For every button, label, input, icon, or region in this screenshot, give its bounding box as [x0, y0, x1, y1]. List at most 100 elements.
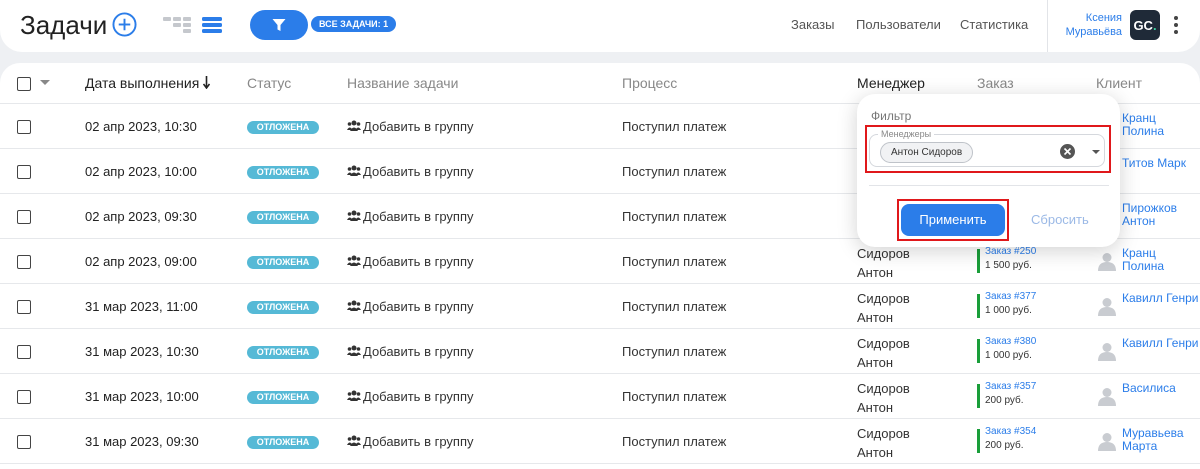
task-name-link[interactable]: Добавить в группу: [363, 164, 474, 179]
row-manager: Сидоров Антон: [857, 291, 910, 325]
row-date: 02 апр 2023, 09:30: [85, 209, 197, 224]
row-manager: Сидоров Антон: [857, 426, 910, 460]
user-avatar-icon: [1098, 433, 1116, 451]
task-name-link[interactable]: Добавить в группу: [363, 299, 474, 314]
row-process: Поступил платеж: [622, 344, 727, 359]
client-link[interactable]: Пирожков Антон: [1122, 202, 1200, 228]
row-process: Поступил платеж: [622, 119, 727, 134]
status-badge: ОТЛОЖЕНА: [247, 436, 319, 449]
selected-manager-chip[interactable]: Антон Сидоров: [880, 142, 974, 163]
reset-button[interactable]: Сбросить: [1031, 212, 1089, 227]
order-link[interactable]: Заказ #357: [985, 381, 1036, 392]
client-link[interactable]: Кавилл Генри: [1122, 292, 1200, 305]
avatar[interactable]: GC.: [1130, 10, 1160, 40]
order-sum: 200 руб.: [985, 395, 1024, 406]
row-checkbox[interactable]: [17, 120, 31, 134]
table-row[interactable]: 31 мар 2023, 10:30 ОТЛОЖЕНА Добавить в гру…: [0, 329, 1200, 374]
order-link[interactable]: Заказ #250: [985, 246, 1036, 257]
client-link[interactable]: Кранц Полина: [1122, 112, 1200, 138]
filter-button[interactable]: [250, 10, 308, 40]
managers-select-label: Менеджеры: [878, 129, 935, 139]
user-avatar-icon: [1098, 388, 1116, 406]
order-sum: 200 руб.: [985, 440, 1024, 451]
status-badge: ОТЛОЖЕНА: [247, 256, 319, 269]
users-icon: [347, 345, 361, 356]
row-manager: Сидоров Антон: [857, 336, 910, 370]
list-view-icon[interactable]: [202, 15, 222, 35]
nav-divider: [1047, 0, 1048, 52]
row-checkbox[interactable]: [17, 390, 31, 404]
row-process: Поступил платеж: [622, 254, 727, 269]
task-name-link[interactable]: Добавить в группу: [363, 344, 474, 359]
row-checkbox[interactable]: [17, 435, 31, 449]
status-badge: ОТЛОЖЕНА: [247, 211, 319, 224]
popup-divider: [869, 185, 1109, 186]
order-link[interactable]: Заказ #380: [985, 336, 1036, 347]
status-badge: ОТЛОЖЕНА: [247, 121, 319, 134]
task-name-link[interactable]: Добавить в группу: [363, 209, 474, 224]
row-checkbox[interactable]: [17, 255, 31, 269]
row-date: 02 апр 2023, 10:30: [85, 119, 197, 134]
status-badge: ОТЛОЖЕНА: [247, 346, 319, 359]
col-manager[interactable]: Менеджер: [857, 75, 925, 91]
nav-users[interactable]: Пользователи: [856, 17, 941, 32]
col-order[interactable]: Заказ: [977, 75, 1014, 91]
select-all-checkbox[interactable]: [17, 77, 31, 91]
row-process: Поступил платеж: [622, 209, 727, 224]
order-status-bar: [977, 429, 980, 453]
order-status-bar: [977, 249, 980, 273]
avatar-initials: GC: [1133, 17, 1153, 33]
row-date: 31 мар 2023, 09:30: [85, 434, 199, 449]
client-link[interactable]: Титов Марк: [1122, 157, 1200, 170]
row-process: Поступил платеж: [622, 389, 727, 404]
row-date: 31 мар 2023, 10:00: [85, 389, 199, 404]
kanban-view-icon[interactable]: [163, 14, 191, 36]
table-row[interactable]: 31 мар 2023, 09:30 ОТЛОЖЕНА Добавить в гру…: [0, 419, 1200, 464]
all-tasks-badge[interactable]: ВСЕ ЗАДАЧИ: 1: [311, 16, 397, 32]
table-row[interactable]: 31 мар 2023, 10:00 ОТЛОЖЕНА Добавить в гру…: [0, 374, 1200, 419]
col-status[interactable]: Статус: [247, 75, 291, 91]
apply-button[interactable]: Применить: [901, 204, 1005, 236]
order-link[interactable]: Заказ #377: [985, 291, 1036, 302]
row-checkbox[interactable]: [17, 345, 31, 359]
clear-circle-icon[interactable]: [1060, 144, 1075, 159]
task-name-link[interactable]: Добавить в группу: [363, 434, 474, 449]
task-name-link[interactable]: Добавить в группу: [363, 254, 474, 269]
client-link[interactable]: Муравьева Марта: [1122, 427, 1200, 453]
order-sum: 1 000 руб.: [985, 350, 1032, 361]
plus-circle-icon[interactable]: [112, 12, 137, 37]
row-checkbox[interactable]: [17, 300, 31, 314]
client-link[interactable]: Кранц Полина: [1122, 247, 1200, 273]
task-name-link[interactable]: Добавить в группу: [363, 119, 474, 134]
order-status-bar: [977, 339, 980, 363]
funnel-icon: [272, 19, 286, 31]
user-name[interactable]: Ксения Муравьёва: [1060, 11, 1122, 39]
filter-popup: Фильтр Менеджеры Антон Сидоров Применить…: [857, 94, 1120, 247]
users-icon: [347, 210, 361, 221]
col-task-name[interactable]: Название задачи: [347, 75, 458, 91]
row-manager: Сидоров Антон: [857, 246, 910, 280]
more-vertical-icon[interactable]: [1170, 14, 1182, 36]
users-icon: [347, 300, 361, 311]
order-link[interactable]: Заказ #354: [985, 426, 1036, 437]
user-avatar-icon: [1098, 253, 1116, 271]
col-date[interactable]: Дата выполнения: [85, 75, 211, 91]
client-link[interactable]: Кавилл Генри: [1122, 337, 1200, 350]
col-process[interactable]: Процесс: [622, 75, 677, 91]
col-date-label: Дата выполнения: [85, 75, 200, 91]
col-client[interactable]: Клиент: [1096, 75, 1142, 91]
user-avatar-icon: [1098, 298, 1116, 316]
chevron-down-icon[interactable]: [1092, 150, 1100, 154]
table-row[interactable]: 31 мар 2023, 11:00 ОТЛОЖЕНА Добавить в гру…: [0, 284, 1200, 329]
nav-orders[interactable]: Заказы: [791, 17, 834, 32]
sort-down-icon: [203, 76, 211, 90]
order-sum: 1 000 руб.: [985, 305, 1032, 316]
task-name-link[interactable]: Добавить в группу: [363, 389, 474, 404]
client-link[interactable]: Василиса: [1122, 382, 1200, 395]
chevron-down-icon[interactable]: [40, 80, 50, 85]
row-checkbox[interactable]: [17, 210, 31, 224]
row-checkbox[interactable]: [17, 165, 31, 179]
nav-statistics[interactable]: Статистика: [960, 17, 1028, 32]
managers-select[interactable]: Менеджеры Антон Сидоров: [869, 129, 1105, 167]
user-avatar-icon: [1098, 343, 1116, 361]
